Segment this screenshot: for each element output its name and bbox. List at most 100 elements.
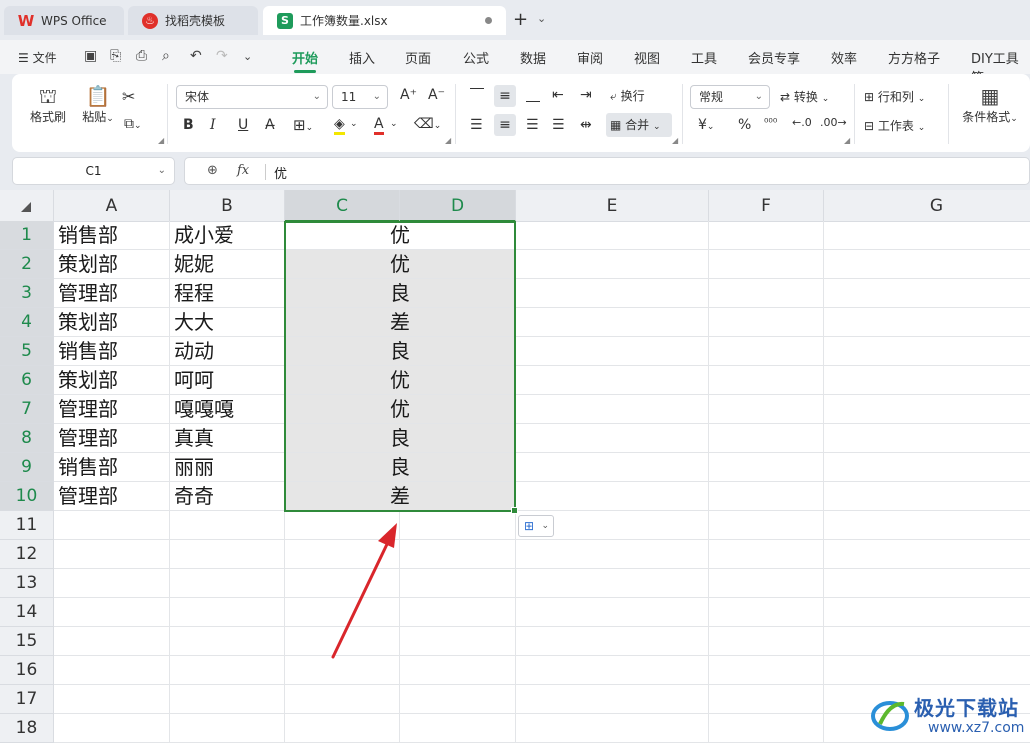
cell-b5[interactable]: 动动	[170, 337, 285, 366]
cell-b12[interactable]	[170, 540, 285, 569]
menu-home[interactable]: 开始	[292, 48, 318, 73]
cell-d16[interactable]	[400, 656, 516, 685]
fx-icon[interactable]: fx	[237, 163, 249, 178]
select-all-corner[interactable]	[0, 190, 54, 222]
cell-e2[interactable]	[516, 250, 709, 279]
convert-button[interactable]: ⇄ 转换 ⌄	[780, 88, 829, 105]
font-launcher-icon[interactable]: ◢	[445, 136, 451, 145]
cell-g11[interactable]	[824, 511, 1030, 540]
cell-e15[interactable]	[516, 627, 709, 656]
paste-button[interactable]: 📋 粘贴⌄	[78, 84, 118, 125]
row-header-14[interactable]: 14	[0, 598, 54, 627]
row-header-8[interactable]: 8	[0, 424, 54, 453]
row-header-18[interactable]: 18	[0, 714, 54, 743]
menu-efficiency[interactable]: 效率	[831, 48, 857, 67]
cell-b10[interactable]: 奇奇	[170, 482, 285, 511]
cell-e7[interactable]	[516, 395, 709, 424]
percent-button[interactable]: %	[738, 117, 751, 133]
cell-g8[interactable]	[824, 424, 1030, 453]
row-header-1[interactable]: 1	[0, 221, 54, 250]
column-header-f[interactable]: F	[709, 190, 824, 222]
menu-formula[interactable]: 公式	[463, 48, 489, 67]
font-name-select[interactable]: 宋体 ⌄	[176, 85, 328, 109]
cell-f7[interactable]	[709, 395, 824, 424]
cell-e8[interactable]	[516, 424, 709, 453]
cell-e5[interactable]	[516, 337, 709, 366]
decrease-indent-icon[interactable]: ⇤	[552, 87, 564, 103]
worksheet-button[interactable]: ⊟ 工作表 ⌄	[864, 117, 925, 134]
cell-c3[interactable]: 良	[285, 279, 516, 308]
increase-indent-icon[interactable]: ⇥	[580, 87, 592, 103]
menu-fangfang[interactable]: 方方格子	[888, 48, 940, 67]
cell-b17[interactable]	[170, 685, 285, 714]
cell-c14[interactable]	[285, 598, 400, 627]
cell-d17[interactable]	[400, 685, 516, 714]
cell-e12[interactable]	[516, 540, 709, 569]
cell-g7[interactable]	[824, 395, 1030, 424]
cell-c1[interactable]: 优	[285, 221, 516, 250]
row-header-17[interactable]: 17	[0, 685, 54, 714]
cell-f17[interactable]	[709, 685, 824, 714]
cell-e13[interactable]	[516, 569, 709, 598]
align-middle-icon[interactable]: ≡	[494, 85, 516, 107]
row-header-13[interactable]: 13	[0, 569, 54, 598]
cell-b9[interactable]: 丽丽	[170, 453, 285, 482]
export-icon[interactable]: ⎘	[110, 48, 121, 64]
format-painter-button[interactable]: ⛫ 格式刷	[28, 84, 68, 125]
cell-c12[interactable]	[285, 540, 400, 569]
menu-tools[interactable]: 工具	[691, 48, 717, 67]
merge-button[interactable]: ▦ 合并 ⌄	[606, 113, 672, 137]
cell-e3[interactable]	[516, 279, 709, 308]
cell-d18[interactable]	[400, 714, 516, 743]
paste-options-button[interactable]: ⊞ ⌄	[518, 515, 554, 537]
cell-f4[interactable]	[709, 308, 824, 337]
cell-f12[interactable]	[709, 540, 824, 569]
cell-c16[interactable]	[285, 656, 400, 685]
cell-g2[interactable]	[824, 250, 1030, 279]
cell-b15[interactable]	[170, 627, 285, 656]
cell-f9[interactable]	[709, 453, 824, 482]
formula-input[interactable]: ⊕ fx 优	[184, 157, 1030, 185]
cell-b2[interactable]: 妮妮	[170, 250, 285, 279]
cell-c18[interactable]	[285, 714, 400, 743]
font-size-select[interactable]: 11 ⌄	[332, 85, 388, 109]
strikethrough-icon[interactable]: A̶	[265, 117, 275, 133]
row-header-16[interactable]: 16	[0, 656, 54, 685]
cell-c5[interactable]: 良	[285, 337, 516, 366]
cell-d15[interactable]	[400, 627, 516, 656]
chevron-down-icon[interactable]: ⌄	[537, 12, 546, 25]
row-header-15[interactable]: 15	[0, 627, 54, 656]
cell-c11[interactable]	[285, 511, 400, 540]
cell-f6[interactable]	[709, 366, 824, 395]
cell-f2[interactable]	[709, 250, 824, 279]
undo-icon[interactable]: ↶	[190, 48, 202, 64]
cell-a15[interactable]	[54, 627, 170, 656]
cell-b7[interactable]: 嘎嘎嘎	[170, 395, 285, 424]
column-header-a[interactable]: A	[54, 190, 170, 222]
cell-a12[interactable]	[54, 540, 170, 569]
cell-a8[interactable]: 管理部	[54, 424, 170, 453]
cell-b14[interactable]	[170, 598, 285, 627]
cell-a6[interactable]: 策划部	[54, 366, 170, 395]
cell-g13[interactable]	[824, 569, 1030, 598]
new-tab-plus-icon[interactable]: +	[513, 9, 528, 30]
row-header-5[interactable]: 5	[0, 337, 54, 366]
cell-g4[interactable]	[824, 308, 1030, 337]
align-left-icon[interactable]: ☰	[470, 117, 483, 133]
tab-wps-office[interactable]: W WPS Office	[4, 6, 124, 35]
cell-d13[interactable]	[400, 569, 516, 598]
column-header-b[interactable]: B	[170, 190, 285, 222]
cell-f11[interactable]	[709, 511, 824, 540]
cell-g10[interactable]	[824, 482, 1030, 511]
justify-icon[interactable]: ☰	[552, 117, 565, 133]
cell-a14[interactable]	[54, 598, 170, 627]
underline-button[interactable]: U	[238, 117, 248, 133]
cell-g1[interactable]	[824, 221, 1030, 250]
cell-c8[interactable]: 良	[285, 424, 516, 453]
cell-c4[interactable]: 差	[285, 308, 516, 337]
cell-a7[interactable]: 管理部	[54, 395, 170, 424]
bold-button[interactable]: B	[183, 117, 194, 133]
cell-b11[interactable]	[170, 511, 285, 540]
cell-c9[interactable]: 良	[285, 453, 516, 482]
cell-g16[interactable]	[824, 656, 1030, 685]
